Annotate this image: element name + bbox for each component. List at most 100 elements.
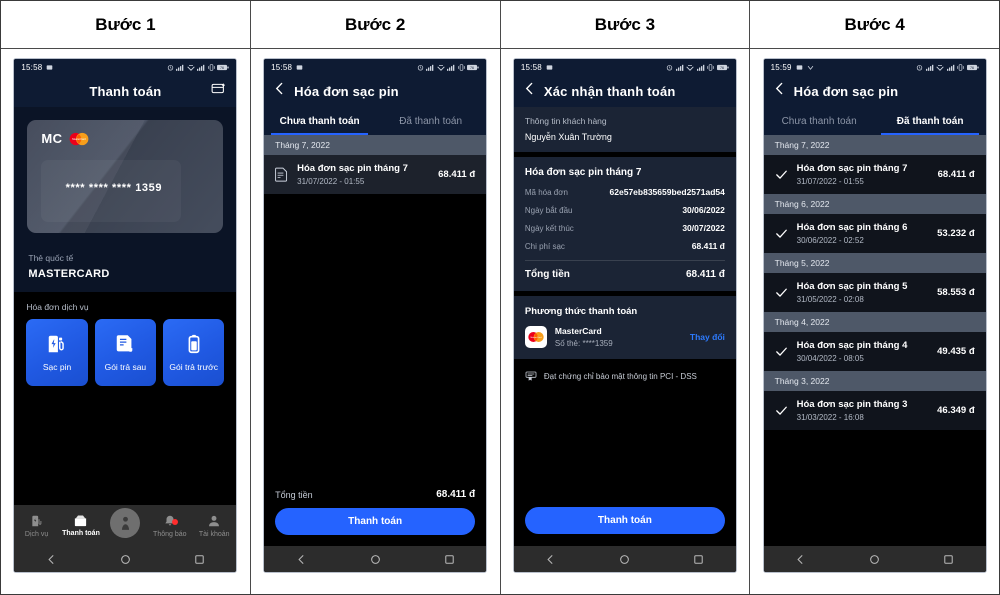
vibrate-icon — [957, 63, 964, 71]
wifi-icon — [936, 64, 944, 71]
services-grid: Sạc pin Gói trả sau Gói trả trước — [26, 319, 225, 386]
detail-row: Ngày kết thúc 30/07/2022 — [525, 223, 725, 233]
change-payment-method-link[interactable]: Thay đổi — [690, 332, 725, 342]
recents-nav-icon[interactable] — [943, 554, 954, 565]
steps-table: Bước 1 Bước 2 Bước 3 Bước 4 15:58 76 Tha… — [0, 0, 1000, 595]
recents-nav-icon[interactable] — [444, 554, 455, 565]
pay-button[interactable]: Thanh toán — [524, 507, 725, 534]
svg-text:76: 76 — [720, 66, 724, 70]
signal-icon — [176, 64, 184, 71]
pay-button[interactable]: Thanh toán — [275, 508, 476, 535]
signal-icon — [946, 64, 954, 71]
recents-nav-icon[interactable] — [194, 554, 205, 565]
invoice-amount: 53.232 đ — [937, 228, 975, 239]
alarm-icon — [417, 64, 423, 70]
chevron-left-icon[interactable] — [774, 82, 785, 100]
tab-chua-thanh-toan[interactable]: Chưa thanh toán — [764, 107, 875, 135]
detail-row: Chi phí sạc 68.411 đ — [525, 241, 725, 251]
paid-invoice-list[interactable]: Tháng 7, 2022 Hóa đơn sạc pin tháng 7 31… — [763, 135, 986, 546]
detail-key: Chi phí sạc — [524, 241, 565, 251]
column-header-step-1: Bước 1 — [1, 1, 251, 48]
card-brand-text: MC — [41, 131, 63, 146]
invoice-title: Hóa đơn sạc pin tháng 7 — [524, 167, 642, 178]
detail-value: 30/07/2022 — [682, 223, 725, 233]
recents-nav-icon[interactable] — [693, 554, 704, 565]
total-value: 68.411 đ — [685, 269, 725, 280]
month-group-header: Tháng 5, 2022 — [763, 253, 986, 273]
list-item[interactable]: Hóa đơn sạc pin tháng 6 30/06/2022 - 02:… — [763, 214, 986, 253]
home-nav-icon[interactable] — [619, 554, 630, 565]
detail-key: Ngày kết thúc — [524, 223, 574, 233]
customer-section: Thông tin khách hàng Nguyễn Xuân Trường — [513, 107, 736, 152]
tab-label: Đã thanh toán — [399, 115, 463, 127]
svg-text:76: 76 — [970, 66, 974, 70]
bottom-nav-item-tai-khoan[interactable]: Tài khoản — [192, 514, 236, 538]
card-number: **** **** **** 1359 — [65, 182, 163, 194]
home-nav-icon[interactable] — [869, 554, 880, 565]
home-nav-icon[interactable] — [370, 554, 381, 565]
sim-icon — [546, 64, 553, 70]
status-bar: 15:58 76 — [513, 59, 736, 75]
tab-da-thanh-toan[interactable]: Đã thanh toán — [375, 107, 486, 135]
chevron-left-icon[interactable] — [524, 82, 535, 100]
list-item[interactable]: Hóa đơn sạc pin tháng 3 31/03/2022 - 16:… — [763, 391, 986, 430]
screen-step-1: MC MasterCard **** **** **** 1359 Thẻ qu… — [14, 107, 237, 546]
credit-card[interactable]: MC MasterCard **** **** **** 1359 — [27, 120, 224, 233]
tab-da-thanh-toan[interactable]: Đã thanh toán — [875, 107, 986, 135]
bottom-nav-item-scooter[interactable] — [103, 508, 147, 543]
service-button-goi-tra-truoc[interactable]: Gói trả trước — [163, 319, 225, 386]
cell-step-4: 15:59 76 Hóa đơn sạc pin Chưa thanh toán… — [750, 49, 999, 594]
back-nav-icon[interactable] — [795, 554, 806, 565]
scooter-fab[interactable] — [110, 508, 141, 538]
footer-step-2: Tổng tiền 68.411 đ Thanh toán — [264, 480, 487, 546]
divider — [524, 260, 725, 261]
app-bar-step-4: Hóa đơn sạc pin — [763, 75, 986, 107]
tab-bar-step-4: Chưa thanh toán Đã thanh toán — [763, 107, 986, 135]
battery-icon: 76 — [217, 64, 230, 70]
phone-screen-step-1: 15:58 76 Thanh toán MC MasterCard **** *… — [13, 58, 238, 573]
bottom-nav-item-dich-vu[interactable]: Dịch vụ — [14, 514, 58, 538]
invoice-icon — [117, 335, 133, 352]
add-card-icon[interactable] — [211, 81, 226, 101]
back-nav-icon[interactable] — [545, 554, 556, 565]
table-header-row: Bước 1 Bước 2 Bước 3 Bước 4 — [1, 1, 999, 49]
list-item[interactable]: Hóa đơn sạc pin tháng 4 30/04/2022 - 08:… — [763, 332, 986, 371]
cell-step-3: 15:58 76 Xác nhận thanh toán Thông tin k… — [500, 49, 751, 594]
notification-badge — [172, 518, 179, 525]
service-button-sac-pin[interactable]: Sạc pin — [26, 319, 88, 386]
sim-icon — [296, 64, 303, 70]
page-title: Thanh toán — [89, 83, 162, 99]
back-nav-icon[interactable] — [46, 554, 57, 565]
bottom-nav-item-thong-bao[interactable]: Thông báo — [148, 514, 192, 538]
bottom-nav-item-thanh-toan[interactable]: Thanh toán — [59, 514, 103, 537]
check-icon — [775, 406, 787, 415]
cell-step-1: 15:58 76 Thanh toán MC MasterCard **** *… — [1, 49, 251, 594]
invoice-amount: 46.349 đ — [937, 405, 975, 416]
total-label: Tổng tiền — [275, 489, 313, 500]
payment-method-name: MasterCard — [554, 326, 602, 336]
app-bar-step-2: Hóa đơn sạc pin — [264, 75, 487, 107]
detail-row: Ngày bắt đầu 30/06/2022 — [525, 205, 725, 215]
status-bar: 15:59 76 — [763, 59, 986, 75]
detail-value: 62e57eb835659bed2571ad54 — [609, 187, 725, 197]
app-bar-step-1: Thanh toán — [14, 75, 237, 107]
vibrate-icon — [457, 63, 465, 71]
footer-step-3: Thanh toán — [513, 507, 736, 546]
app-bar-step-3: Xác nhận thanh toán — [513, 75, 736, 107]
list-item[interactable]: Hóa đơn sạc pin tháng 5 31/05/2022 - 02:… — [763, 273, 986, 312]
chevron-left-icon[interactable] — [274, 82, 285, 100]
list-item[interactable]: Hóa đơn sạc pin tháng 7 31/07/2022 - 01:… — [264, 155, 487, 194]
phone-screen-step-3: 15:58 76 Xác nhận thanh toán Thông tin k… — [512, 58, 737, 573]
pci-badge: Đạt chứng chỉ bảo mật thông tin PCI - DS… — [513, 359, 736, 393]
column-header-step-3: Bước 3 — [501, 1, 751, 48]
alarm-icon — [916, 64, 923, 70]
list-item[interactable]: Hóa đơn sạc pin tháng 7 31/07/2022 - 01:… — [763, 155, 986, 194]
bottom-nav-label: Tài khoản — [198, 530, 230, 538]
home-nav-icon[interactable] — [120, 554, 131, 565]
signal-icon — [925, 64, 933, 71]
service-button-goi-tra-sau[interactable]: Gói trả sau — [94, 319, 157, 386]
back-nav-icon[interactable] — [296, 554, 307, 565]
card-type-label: Thẻ quốc tế — [28, 253, 74, 263]
cell-step-2: 15:58 76 Hóa đơn sạc pin Chưa thanh toán… — [250, 49, 501, 594]
tab-chua-thanh-toan[interactable]: Chưa thanh toán — [264, 107, 375, 135]
